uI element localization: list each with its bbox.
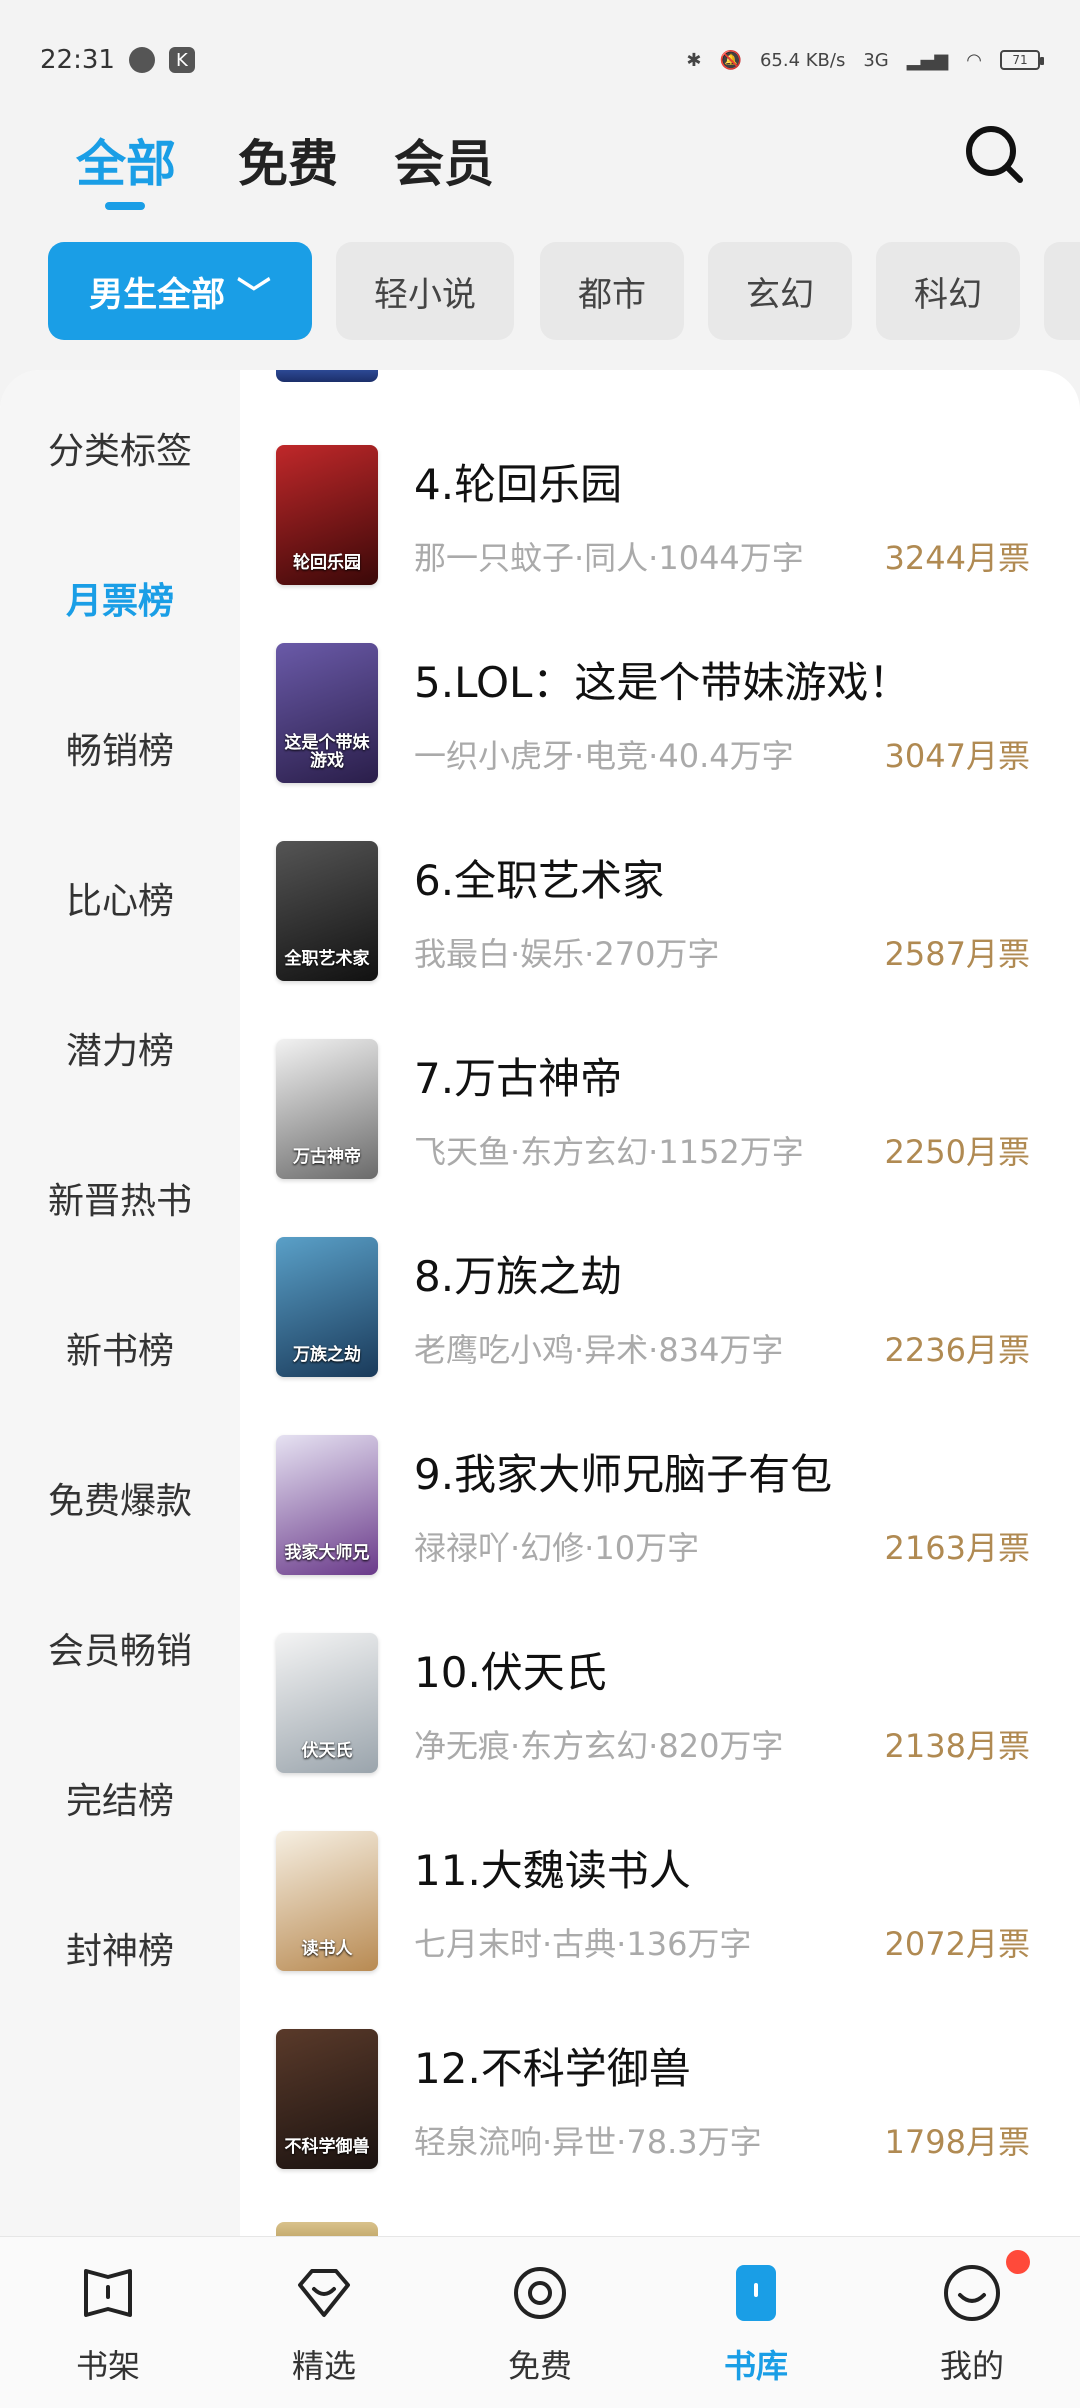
book-cover: 轮回乐园 <box>276 445 378 585</box>
filter-male-all[interactable]: 男生全部 ﹀ <box>48 242 312 340</box>
book-monthly-votes: 3047月票 <box>884 737 1030 775</box>
category-filter-bar: 男生全部 ﹀ 轻小说 都市 玄幻 科幻 <box>0 238 1080 342</box>
book-cover: 这是个带妹游戏 <box>276 643 378 783</box>
tab-all[interactable]: 全部 <box>76 124 176 196</box>
book-cover: 全职艺术家 <box>276 841 378 981</box>
active-tab-indicator <box>105 202 145 210</box>
book-monthly-votes: 1798月票 <box>884 2123 1030 2161</box>
book-cover-partial[interactable] <box>276 370 378 382</box>
sidebar-item-free-hits[interactable]: 免费爆款 <box>0 1472 240 1524</box>
k-app-icon: K <box>168 47 195 73</box>
nav-free[interactable]: 免费 <box>470 2261 610 2401</box>
book-cover-partial[interactable] <box>276 2222 378 2236</box>
book-item[interactable]: 读书人 11.大魏读书人 七月末时·古典·136万字 2072月票 <box>240 1831 1080 2029</box>
sidebar-item-monthly-votes[interactable]: 月票榜 <box>0 572 240 624</box>
sidebar-item-completed[interactable]: 完结榜 <box>0 1772 240 1824</box>
nav-bookshelf[interactable]: 书架 <box>38 2261 178 2401</box>
sidebar-item-bestseller[interactable]: 畅销榜 <box>0 722 240 774</box>
notification-badge <box>1006 2250 1030 2274</box>
book-title: 8.万族之劫 <box>414 1252 623 1301</box>
library-icon <box>736 2265 776 2321</box>
book-title: 7.万古神帝 <box>414 1054 623 1103</box>
book-meta: 飞天鱼·东方玄幻·1152万字 <box>414 1133 804 1171</box>
book-cover: 伏天氏 <box>276 1633 378 1773</box>
sidebar-item-new-hot[interactable]: 新晋热书 <box>0 1172 240 1224</box>
book-title: 6.全职艺术家 <box>414 856 665 905</box>
book-item[interactable]: 万古神帝 7.万古神帝 飞天鱼·东方玄幻·1152万字 2250月票 <box>240 1039 1080 1237</box>
clock: 22:31 <box>40 45 115 75</box>
filter-more-chip[interactable] <box>1044 242 1080 340</box>
bottom-nav: 书架 精选 免费 书库 我的 <box>0 2236 1080 2408</box>
book-cover: 万古神帝 <box>276 1039 378 1179</box>
book-meta: 一织小虎牙·电竞·40.4万字 <box>414 737 794 775</box>
filter-scifi[interactable]: 科幻 <box>876 242 1020 340</box>
book-cover: 我家大师兄 <box>276 1435 378 1575</box>
book-title: 9.我家大师兄脑子有包 <box>414 1450 833 1499</box>
filter-light-novel[interactable]: 轻小说 <box>336 242 514 340</box>
ranking-panel: 分类标签 月票榜 畅销榜 比心榜 潜力榜 新晋热书 新书榜 免费爆款 会员畅销 … <box>0 370 1080 2236</box>
filter-urban[interactable]: 都市 <box>540 242 684 340</box>
bluetooth-icon: ✱ <box>686 49 702 71</box>
nav-profile[interactable]: 我的 <box>902 2261 1042 2401</box>
book-item[interactable]: 不科学御兽 12.不科学御兽 轻泉流响·异世·78.3万字 1798月票 <box>240 2029 1080 2227</box>
book-meta: 轻泉流响·异世·78.3万字 <box>414 2123 762 2161</box>
filter-fantasy[interactable]: 玄幻 <box>708 242 852 340</box>
sidebar-item-vip-bestseller[interactable]: 会员畅销 <box>0 1622 240 1674</box>
book-meta: 那一只蚊子·同人·1044万字 <box>414 539 804 577</box>
book-cover: 万族之劫 <box>276 1237 378 1377</box>
book-title: 10.伏天氏 <box>414 1648 607 1697</box>
book-title: 12.不科学御兽 <box>414 2044 691 2093</box>
book-monthly-votes: 2163月票 <box>884 1529 1030 1567</box>
nav-library[interactable]: 书库 <box>686 2261 826 2401</box>
tab-free[interactable]: 免费 <box>238 124 338 196</box>
book-monthly-votes: 2072月票 <box>884 1925 1030 1963</box>
book-meta: 禄禄吖·幻修·10万字 <box>414 1529 700 1567</box>
nav-featured[interactable]: 精选 <box>254 2261 394 2401</box>
smile-icon <box>944 2265 1000 2321</box>
app-notification-icon <box>128 47 155 73</box>
target-icon <box>514 2267 566 2319</box>
wifi-icon: ◠ <box>966 49 982 71</box>
bookshelf-icon <box>84 2269 132 2317</box>
book-title: 11.大魏读书人 <box>414 1846 691 1895</box>
book-monthly-votes: 3244月票 <box>884 539 1030 577</box>
book-meta: 净无痕·东方玄幻·820万字 <box>414 1727 784 1765</box>
book-monthly-votes: 2138月票 <box>884 1727 1030 1765</box>
battery-icon: 71 <box>1000 50 1044 70</box>
sidebar-item-category-tags[interactable]: 分类标签 <box>0 422 240 474</box>
network-speed: 65.4 KB/s <box>759 49 846 71</box>
book-meta: 老鹰吃小鸡·异术·834万字 <box>414 1331 784 1369</box>
signal-icon: ▂▄▆ <box>906 49 949 71</box>
tab-vip[interactable]: 会员 <box>394 124 494 196</box>
book-item[interactable]: 轮回乐园 4.轮回乐园 那一只蚊子·同人·1044万字 3244月票 <box>240 445 1080 643</box>
search-icon[interactable] <box>962 122 1026 186</box>
book-meta: 七月末时·古典·136万字 <box>414 1925 752 1963</box>
sidebar-item-heart[interactable]: 比心榜 <box>0 872 240 924</box>
book-monthly-votes: 2250月票 <box>884 1133 1030 1171</box>
sidebar-item-legendary[interactable]: 封神榜 <box>0 1922 240 1974</box>
book-meta: 我最白·娱乐·270万字 <box>414 935 720 973</box>
status-bar: 22:31 K ✱ 🔕 65.4 KB/s 3G ▂▄▆ ◠ 71 <box>0 0 1080 120</box>
top-tab-bar: 全部 免费 会员 <box>0 110 1080 230</box>
book-item[interactable]: 这是个带妹游戏 5.LOL：这是个带妹游戏！ 一织小虎牙·电竞·40.4万字 3… <box>240 643 1080 841</box>
book-cover: 不科学御兽 <box>276 2029 378 2169</box>
book-item[interactable]: 万族之劫 8.万族之劫 老鹰吃小鸡·异术·834万字 2236月票 <box>240 1237 1080 1435</box>
book-monthly-votes: 2236月票 <box>884 1331 1030 1369</box>
book-monthly-votes: 2587月票 <box>884 935 1030 973</box>
book-item[interactable]: 全职艺术家 6.全职艺术家 我最白·娱乐·270万字 2587月票 <box>240 841 1080 1039</box>
sidebar-item-potential[interactable]: 潜力榜 <box>0 1022 240 1074</box>
heart-icon <box>298 2269 350 2317</box>
ranking-sidebar: 分类标签 月票榜 畅销榜 比心榜 潜力榜 新晋热书 新书榜 免费爆款 会员畅销 … <box>0 370 240 2236</box>
book-list: 轮回乐园 4.轮回乐园 那一只蚊子·同人·1044万字 3244月票 这是个带妹… <box>240 370 1080 2236</box>
book-title: 5.LOL：这是个带妹游戏！ <box>414 658 911 707</box>
book-title: 4.轮回乐园 <box>414 460 623 509</box>
book-item[interactable]: 伏天氏 10.伏天氏 净无痕·东方玄幻·820万字 2138月票 <box>240 1633 1080 1831</box>
mute-icon: 🔕 <box>719 49 742 71</box>
sidebar-item-new-books[interactable]: 新书榜 <box>0 1322 240 1374</box>
network-type: 3G <box>863 49 889 71</box>
book-item[interactable]: 我家大师兄 9.我家大师兄脑子有包 禄禄吖·幻修·10万字 2163月票 <box>240 1435 1080 1633</box>
book-cover: 读书人 <box>276 1831 378 1971</box>
